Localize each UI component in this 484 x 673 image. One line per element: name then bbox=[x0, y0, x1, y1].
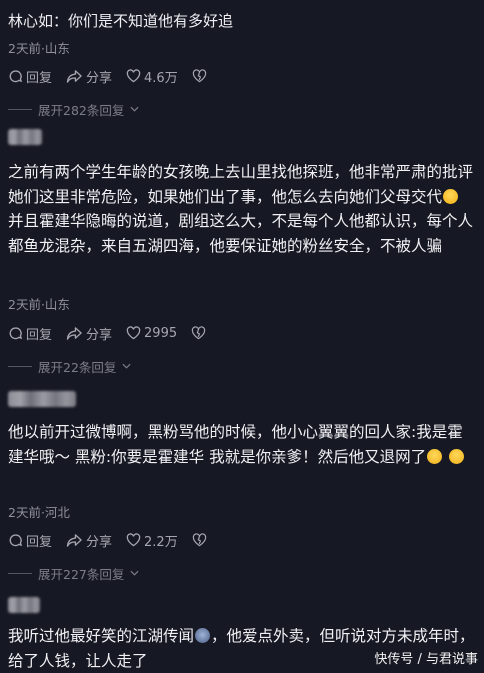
chevron-down-icon bbox=[130, 106, 139, 112]
share-icon bbox=[66, 326, 82, 340]
expand-replies[interactable]: 展开227条回复 bbox=[8, 564, 139, 582]
share-icon bbox=[66, 69, 82, 83]
comment-meta: 2天前·河北 bbox=[8, 505, 70, 520]
comment-meta: 2天前·山东 bbox=[8, 297, 70, 312]
comment-author[interactable] bbox=[8, 391, 76, 413]
comment-meta: 2天前·山东 bbox=[8, 41, 70, 56]
expand-label: 展开282条回复 bbox=[38, 102, 125, 118]
expand-label: 展开22条回复 bbox=[38, 359, 117, 375]
share-label: 分享 bbox=[86, 70, 113, 86]
reply-icon bbox=[9, 326, 23, 339]
like-count: 2.2万 bbox=[144, 534, 178, 550]
comment-text: 之前有两个学生年龄的女孩晚上去山里找他探班，他非常严肃的批评她们这里非常危险，如… bbox=[8, 163, 474, 255]
divider bbox=[8, 572, 32, 574]
share-label: 分享 bbox=[86, 534, 113, 550]
expand-replies[interactable]: 展开22条回复 bbox=[8, 357, 131, 375]
dislike-button[interactable] bbox=[192, 533, 207, 547]
laugh-emoji-icon bbox=[443, 188, 459, 204]
heart-icon bbox=[126, 533, 141, 547]
comment-actions: 回复 分享 4.6万 bbox=[8, 66, 207, 86]
chevron-down-icon bbox=[122, 363, 131, 369]
reply-label: 回复 bbox=[26, 534, 53, 550]
like-count: 2995 bbox=[144, 325, 178, 341]
divider bbox=[8, 365, 32, 367]
share-button[interactable]: 分享 bbox=[66, 324, 112, 343]
cloud-emoji-icon bbox=[195, 628, 211, 643]
blurred-username bbox=[8, 391, 76, 407]
share-icon bbox=[66, 533, 82, 547]
heart-icon bbox=[126, 326, 141, 340]
reply-label: 回复 bbox=[26, 70, 53, 86]
chevron-down-icon bbox=[130, 570, 139, 576]
sweat-emoji-icon bbox=[449, 448, 465, 464]
heart-icon bbox=[126, 69, 141, 83]
like-button[interactable]: 2.2万 bbox=[126, 531, 178, 550]
watermark: 快传号 / 与君说事 bbox=[374, 652, 478, 667]
expand-replies[interactable]: 展开282条回复 bbox=[8, 100, 139, 118]
reply-button[interactable]: 回复 bbox=[8, 531, 52, 550]
reply-button[interactable]: 回复 bbox=[8, 67, 52, 86]
blurred-username bbox=[8, 597, 40, 613]
reply-icon bbox=[9, 533, 23, 546]
reply-button[interactable]: 回复 bbox=[8, 324, 52, 343]
dislike-icon bbox=[192, 533, 206, 547]
comment-actions: 回复 分享 2.2万 bbox=[8, 530, 207, 550]
comment-author[interactable]: 林心如：你们是不知道他有多好追 bbox=[8, 10, 233, 32]
dislike-icon bbox=[192, 69, 206, 83]
sweat-emoji-icon bbox=[427, 448, 443, 464]
comment-author[interactable] bbox=[8, 597, 40, 619]
comment-author[interactable] bbox=[8, 129, 42, 151]
reply-icon bbox=[9, 69, 23, 82]
blurred-username bbox=[8, 129, 42, 145]
dislike-button[interactable] bbox=[192, 69, 207, 83]
dislike-button[interactable] bbox=[191, 326, 206, 340]
share-button[interactable]: 分享 bbox=[66, 531, 112, 550]
comment-actions: 回复 分享 2995 bbox=[8, 323, 206, 343]
expand-label: 展开227条回复 bbox=[38, 566, 125, 582]
comment-text: 他以前开过微博啊，黑粉骂他的时候，他小心翼翼的回人家:我是霍建华哦～ 黑粉:你要… bbox=[8, 423, 465, 466]
dislike-icon bbox=[191, 326, 206, 340]
reply-label: 回复 bbox=[26, 327, 53, 343]
divider bbox=[8, 108, 32, 110]
share-label: 分享 bbox=[86, 327, 113, 343]
share-button[interactable]: 分享 bbox=[66, 67, 112, 86]
like-button[interactable]: 2995 bbox=[126, 326, 177, 341]
like-count: 4.6万 bbox=[144, 70, 178, 86]
like-button[interactable]: 4.6万 bbox=[126, 67, 178, 86]
author-text: 林心如：你们是不知道他有多好追 bbox=[8, 12, 234, 30]
